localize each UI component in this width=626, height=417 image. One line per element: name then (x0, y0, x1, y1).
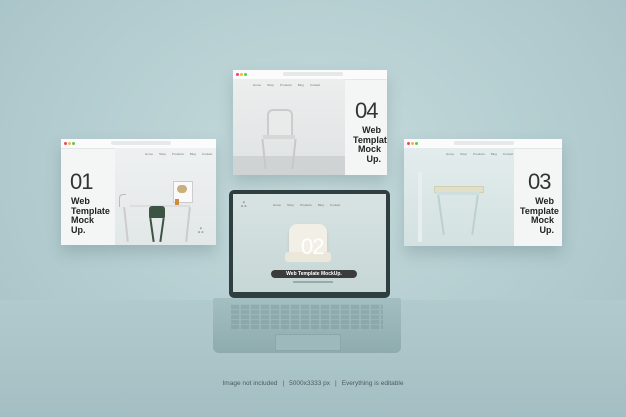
nav-item-products[interactable]: Products (473, 152, 485, 156)
maximize-dot-icon (72, 142, 75, 145)
logo-icon: ஃ (198, 228, 204, 235)
nav-item-shop[interactable]: Shop (460, 152, 467, 156)
nav-menu: Home Shop Products Blog Contact (446, 152, 519, 156)
nav-item-home[interactable]: Home (253, 83, 261, 87)
close-dot-icon (236, 73, 239, 76)
nav-item-products[interactable]: Products (172, 152, 184, 156)
nav-menu: Home Shop Products Blog Contact (273, 203, 346, 207)
nav-item-shop[interactable]: Shop (159, 152, 166, 156)
caption: Image not included | 5000x3333 px | Everythi… (222, 380, 404, 387)
nav-item-home[interactable]: Home (446, 152, 454, 156)
hero-banner: Web Template MockUp. (271, 270, 357, 278)
nav-item-home[interactable]: Home (273, 203, 281, 207)
nav-item-products[interactable]: Products (280, 83, 292, 87)
nav-menu: Home Shop Products Blog Contact (145, 152, 216, 156)
browser-window-01: Home Shop Products Blog Contact 01 Web Templa… (61, 139, 216, 245)
close-dot-icon (407, 142, 410, 145)
maximize-dot-icon (244, 73, 247, 76)
nav-item-blog[interactable]: Blog (190, 152, 196, 156)
hero-photo-stool (404, 148, 514, 246)
nav-item-contact[interactable]: Contact (503, 152, 513, 156)
hero-photo-chair (233, 79, 345, 175)
url-bar (283, 72, 343, 76)
screen-number: 03 (528, 169, 552, 194)
trackpad (275, 334, 341, 351)
screen-title: WebTemplateMockUp. (353, 125, 387, 164)
caption-item: Image not included (222, 380, 278, 387)
nav-item-contact[interactable]: Contact (202, 152, 212, 156)
browser-window-04: Home Shop Products Blog Contact 04 Web Templa… (233, 70, 387, 175)
nav-item-blog[interactable]: Blog (491, 152, 497, 156)
nav-item-products[interactable]: Products (300, 203, 312, 207)
minimize-dot-icon (240, 73, 243, 76)
logo-icon: ஃ (241, 202, 247, 209)
keyboard (231, 304, 383, 330)
caption-item: 5000x3333 px (289, 380, 330, 387)
nav-item-blog[interactable]: Blog (318, 203, 324, 207)
screen-number: 02 (301, 234, 325, 259)
caption-item: Everything is editable (341, 380, 404, 387)
nav-item-shop[interactable]: Shop (267, 83, 274, 87)
laptop-screen: ஃ Home Shop Products Blog Contact 02 Web Tem… (229, 190, 390, 298)
hero-subtext (293, 281, 333, 283)
browser-window-03: Home Shop Products Blog Contact 03 Web Templa… (404, 139, 562, 246)
nav-item-blog[interactable]: Blog (298, 83, 304, 87)
screen-title: WebTemplateMockUp. (71, 196, 110, 235)
nav-item-shop[interactable]: Shop (287, 203, 294, 207)
nav-item-home[interactable]: Home (145, 152, 153, 156)
screen-title: WebTemplateMockUp. (520, 196, 559, 235)
url-bar (111, 141, 171, 145)
maximize-dot-icon (415, 142, 418, 145)
laptop-base (213, 298, 401, 353)
minimize-dot-icon (68, 142, 71, 145)
nav-item-contact[interactable]: Contact (310, 83, 320, 87)
screen-number: 01 (70, 169, 94, 194)
screen-number: 04 (355, 98, 379, 123)
minimize-dot-icon (411, 142, 414, 145)
url-bar (454, 141, 514, 145)
nav-item-contact[interactable]: Contact (330, 203, 340, 207)
nav-menu: Home Shop Products Blog Contact (253, 83, 326, 87)
close-dot-icon (64, 142, 67, 145)
screen-02-display: ஃ Home Shop Products Blog Contact 02 Web Tem… (233, 194, 386, 292)
